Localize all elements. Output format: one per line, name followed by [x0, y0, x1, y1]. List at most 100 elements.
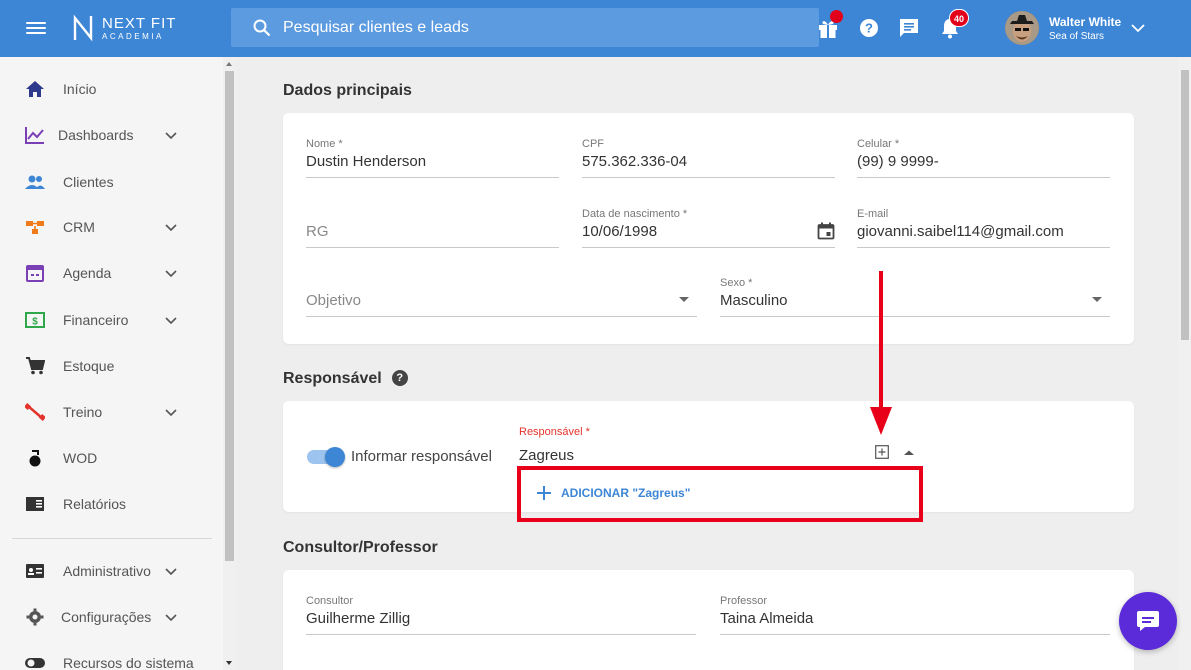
cpf-label: CPF — [582, 138, 604, 150]
nome-field[interactable]: Nome * Dustin Henderson — [306, 138, 559, 178]
nascimento-label: Data de nascimento * — [582, 208, 688, 220]
add-box-icon[interactable] — [875, 445, 889, 459]
crm-flow-icon — [26, 221, 44, 234]
sidebar-item-label: Início — [63, 81, 97, 97]
rg-placeholder: RG — [306, 223, 329, 240]
logo[interactable]: NEXT FIT ACADEMIA — [72, 14, 176, 42]
section-title-consultor-professor: Consultor/Professor — [283, 539, 438, 556]
toggle-icon — [25, 658, 45, 668]
home-icon — [26, 81, 44, 97]
caret-up-icon[interactable] — [904, 450, 914, 456]
consultor-value: Guilherme Zillig — [306, 610, 411, 627]
sidebar-item-crm[interactable]: CRM — [0, 207, 212, 247]
sidebar-item-label: WOD — [63, 450, 98, 466]
professor-label: Professor — [720, 595, 768, 607]
chevron-down-icon — [1131, 23, 1145, 32]
sidebar-item-label: Recursos do sistema — [63, 655, 194, 670]
chevron-down-icon — [165, 132, 177, 140]
hamburger-menu-icon[interactable] — [26, 19, 46, 37]
people-icon — [25, 175, 45, 189]
toggle-knob — [325, 447, 345, 467]
objetivo-select[interactable]: Objetivo — [306, 277, 697, 317]
consultor-label: Consultor — [306, 595, 354, 607]
add-option-label: ADICIONAR "Zagreus" — [561, 486, 691, 500]
chevron-down-icon — [165, 614, 177, 622]
chat-widget-button[interactable] — [1119, 592, 1177, 650]
sidebar-scrollbar[interactable] — [223, 57, 236, 670]
sidebar-item-agenda[interactable]: Agenda — [0, 253, 212, 293]
add-responsavel-option[interactable]: ADICIONAR "Zagreus" — [536, 485, 690, 501]
chevron-down-icon — [165, 317, 177, 325]
main-content: Dados principais Nome * Dustin Henderson… — [236, 57, 1191, 670]
calendar-icon[interactable] — [817, 222, 835, 240]
notification-count-badge: 40 — [949, 9, 969, 27]
informar-responsavel-toggle[interactable] — [307, 447, 345, 467]
celular-value: (99) 9 9999- — [857, 153, 939, 170]
sidebar: Início Dashboards Clientes CRM Agenda $ … — [0, 57, 236, 670]
svg-text:?: ? — [865, 21, 873, 36]
plus-icon — [537, 486, 551, 500]
sidebar-item-treino[interactable]: Treino — [0, 392, 212, 432]
email-value: giovanni.saibel114@gmail.com — [857, 223, 1064, 240]
sidebar-item-recursos[interactable]: Recursos do sistema — [0, 643, 212, 670]
sidebar-item-clientes[interactable]: Clientes — [0, 162, 212, 202]
sidebar-item-estoque[interactable]: Estoque — [0, 346, 212, 386]
consultor-professor-card: Consultor Guilherme Zillig Professor Tai… — [283, 570, 1134, 670]
celular-label: Celular * — [857, 138, 900, 150]
sidebar-item-label: Configurações — [61, 609, 152, 625]
responsavel-autocomplete[interactable]: Responsável * Zagreus — [519, 426, 919, 466]
user-name: Walter White — [1049, 14, 1122, 29]
dropdown-arrow-icon — [679, 297, 689, 302]
celular-field[interactable]: Celular * (99) 9 9999- — [857, 138, 1110, 178]
sexo-value: Masculino — [720, 292, 788, 309]
sidebar-item-configuracoes[interactable]: Configurações — [0, 597, 212, 637]
sidebar-item-dashboards[interactable]: Dashboards — [0, 115, 212, 155]
main-scrollbar[interactable] — [1178, 57, 1191, 670]
nascimento-value: 10/06/1998 — [582, 223, 658, 240]
help-icon[interactable]: ? — [391, 370, 408, 386]
cart-icon — [26, 357, 45, 375]
chat-message-icon[interactable] — [897, 16, 921, 40]
professor-field[interactable]: Professor Taina Almeida — [720, 595, 1110, 635]
sidebar-item-administrativo[interactable]: Administrativo — [0, 551, 212, 591]
logo-mark-icon — [73, 14, 93, 42]
email-field[interactable]: E-mail giovanni.saibel114@gmail.com — [857, 208, 1110, 248]
nome-value: Dustin Henderson — [306, 153, 427, 170]
sidebar-item-label: CRM — [63, 219, 95, 235]
help-icon[interactable]: ? — [857, 16, 881, 40]
svg-text:$: $ — [32, 317, 38, 328]
calendar-icon — [26, 265, 44, 282]
main-scroll-thumb[interactable] — [1181, 70, 1189, 340]
consultor-field[interactable]: Consultor Guilherme Zillig — [306, 595, 696, 635]
sidebar-item-label: Relatórios — [63, 496, 127, 512]
sidebar-item-wod[interactable]: WOD — [0, 438, 212, 478]
data-nascimento-field[interactable]: Data de nascimento * 10/06/1998 — [582, 208, 835, 248]
search-icon — [253, 19, 271, 36]
sidebar-scroll-thumb[interactable] — [225, 71, 234, 561]
logo-name: NEXT FIT — [102, 14, 177, 32]
dados-principais-card: Nome * Dustin Henderson CPF 575.362.336-… — [283, 113, 1134, 344]
search-input[interactable] — [283, 18, 783, 37]
email-label: E-mail — [857, 208, 889, 220]
responsavel-value: Zagreus — [519, 447, 575, 464]
sidebar-item-label: Estoque — [63, 358, 115, 374]
chevron-down-icon — [165, 568, 177, 576]
user-menu[interactable]: Walter White Sea of Stars — [1005, 11, 1145, 45]
scroll-down-arrow-icon[interactable] — [226, 661, 232, 665]
cpf-field[interactable]: CPF 575.362.336-04 — [582, 138, 835, 178]
sidebar-item-relatorios[interactable]: Relatórios — [0, 484, 212, 524]
nome-label: Nome * — [306, 138, 343, 150]
rg-field[interactable]: RG — [306, 208, 559, 248]
chevron-down-icon — [165, 270, 177, 278]
sexo-select[interactable]: Sexo * Masculino — [720, 277, 1110, 317]
money-icon: $ — [25, 312, 45, 328]
sidebar-item-financeiro[interactable]: $ Financeiro — [0, 300, 212, 340]
scroll-up-arrow-icon[interactable] — [226, 62, 232, 66]
dumbbell-icon — [25, 403, 45, 421]
responsavel-title-text: Responsável — [283, 370, 382, 387]
sidebar-item-inicio[interactable]: Início — [0, 69, 212, 109]
sidebar-item-label: Dashboards — [58, 127, 134, 143]
informar-responsavel-label: Informar responsável — [351, 448, 492, 465]
search-bar[interactable] — [231, 8, 819, 47]
sidebar-item-label: Treino — [63, 404, 103, 420]
